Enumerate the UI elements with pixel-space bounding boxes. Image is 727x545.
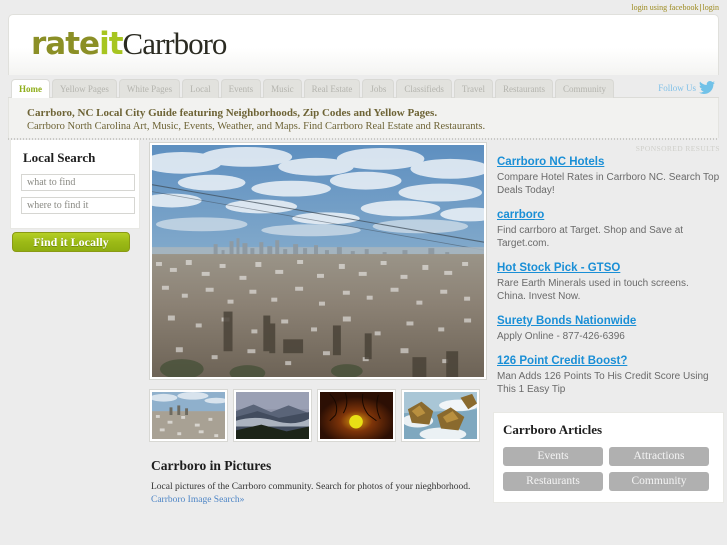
nav-tab-list: Home Yellow Pages White Pages Local Events Mu… xyxy=(8,75,719,98)
sponsored-results-label: SPONSORED RESULTS xyxy=(635,144,720,153)
pictures-section-body: Local pictures of the Carrboro community… xyxy=(151,481,481,507)
nav-tab-yellow-pages[interactable]: Yellow Pages xyxy=(52,79,117,98)
ad-title-link[interactable]: Hot Stock Pick - GTSO xyxy=(497,261,720,275)
ad-title-link[interactable]: Surety Bonds Nationwide xyxy=(497,314,720,328)
right-column: SPONSORED RESULTS Carrboro NC Hotels Comp… xyxy=(493,140,724,518)
articles-title: Carrboro Articles xyxy=(503,422,603,437)
article-button-restaurants[interactable]: Restaurants xyxy=(503,472,603,491)
search-where-input[interactable] xyxy=(21,197,135,214)
sponsored-ad: carrboro Find carrboro at Target. Shop an… xyxy=(497,208,720,250)
ad-description: Man Adds 126 Points To His Credit Score … xyxy=(497,371,709,395)
find-it-locally-button[interactable]: Find it Locally xyxy=(12,232,130,252)
thumbnail-frame-1[interactable] xyxy=(149,389,228,442)
ad-title-link[interactable]: 126 Point Credit Boost? xyxy=(497,354,720,368)
carrboro-image-search-link[interactable]: Carrboro Image Search» xyxy=(151,495,244,505)
site-header: rateitCarrboro xyxy=(8,14,719,75)
misty-mountains-thumbnail xyxy=(236,392,309,439)
sunset-branches-thumbnail xyxy=(320,392,393,439)
top-utility-bar: login using facebook | login xyxy=(0,0,727,14)
ad-description: Compare Hotel Rates in Carrboro NC. Sear… xyxy=(497,172,720,196)
article-button-attractions[interactable]: Attractions xyxy=(609,447,709,466)
article-button-community[interactable]: Community xyxy=(609,472,709,491)
nav-tab-white-pages[interactable]: White Pages xyxy=(118,79,181,98)
ad-description: Find carrboro at Target. Shop and Save a… xyxy=(497,225,684,249)
nav-tab-music[interactable]: Music xyxy=(263,79,302,98)
follow-us-label: Follow Us xyxy=(658,82,696,93)
page-root: login using facebook | login rateitCarrb… xyxy=(0,0,727,545)
center-column: Carrboro in Pictures Local pictures of t… xyxy=(143,140,493,518)
nav-tab-events[interactable]: Events xyxy=(220,79,262,98)
thumbnail-frame-4[interactable] xyxy=(401,389,480,442)
local-search-title: Local Search xyxy=(23,150,96,165)
nav-tab-restaurants[interactable]: Restaurants xyxy=(495,79,554,98)
facebook-login-link[interactable]: login using facebook xyxy=(631,3,698,12)
follow-us-group[interactable]: Follow Us xyxy=(658,81,715,94)
nav-tab-real-estate[interactable]: Real Estate xyxy=(303,79,361,98)
hero-cityscape-image xyxy=(152,145,484,377)
pictures-body-text: Local pictures of the Carrboro community… xyxy=(151,482,471,492)
tagline-band: Carrboro, NC Local City Guide featuring … xyxy=(8,98,719,138)
login-link[interactable]: login xyxy=(703,3,719,12)
sponsored-ad: Surety Bonds Nationwide Apply Online - 87… xyxy=(497,314,720,343)
tagline-primary: Carrboro, NC Local City Guide featuring … xyxy=(27,107,438,119)
nav-tab-home[interactable]: Home xyxy=(11,79,50,98)
nav-tab-local[interactable]: Local xyxy=(182,79,219,98)
tagline-secondary: Carrboro North Carolina Art, Music, Even… xyxy=(27,121,486,132)
sponsored-ad: 126 Point Credit Boost? Man Adds 126 Poin… xyxy=(497,354,720,396)
nav-tab-classifieds[interactable]: Classifieds xyxy=(396,79,452,98)
ad-title-link[interactable]: carrboro xyxy=(497,208,720,222)
ad-description: Apply Online - 877-426-6396 xyxy=(497,331,625,342)
sponsored-ads-list: Carrboro NC Hotels Compare Hotel Rates in… xyxy=(493,155,724,396)
search-what-input[interactable] xyxy=(21,174,135,191)
left-column: Local Search Find it Locally xyxy=(8,140,143,518)
pictures-section-title: Carrboro in Pictures xyxy=(151,458,272,473)
nav-tab-community[interactable]: Community xyxy=(555,79,615,98)
site-logo[interactable]: rateitCarrboro xyxy=(31,26,228,62)
carrboro-articles-panel: Carrboro Articles Events Attractions Resta… xyxy=(493,412,724,503)
local-search-panel: Local Search xyxy=(10,140,140,229)
sponsored-ad: Carrboro NC Hotels Compare Hotel Rates in… xyxy=(497,155,720,197)
nav-tab-jobs[interactable]: Jobs xyxy=(362,79,395,98)
nav-tab-travel[interactable]: Travel xyxy=(453,79,494,98)
thumbnail-frame-2[interactable] xyxy=(233,389,312,442)
twitter-bird-icon[interactable] xyxy=(699,81,715,94)
main-content: Local Search Find it Locally xyxy=(8,140,724,518)
logo-city-text: Carrboro xyxy=(122,26,228,61)
cityscape-thumbnail xyxy=(152,392,225,439)
ad-title-link[interactable]: Carrboro NC Hotels xyxy=(497,155,720,169)
logo-it-text: it xyxy=(99,26,123,62)
main-navigation: Home Yellow Pages White Pages Local Events Mu… xyxy=(8,75,719,98)
logo-rate-text: rate xyxy=(31,26,100,62)
thumbnail-strip xyxy=(149,389,487,442)
ad-description: Rare Earth Minerals used in touch screen… xyxy=(497,278,689,302)
thumbnail-frame-3[interactable] xyxy=(317,389,396,442)
articles-button-grid: Events Attractions Restaurants Community xyxy=(503,447,714,491)
hero-image-frame[interactable] xyxy=(149,142,487,380)
rocky-coastline-thumbnail xyxy=(404,392,477,439)
sponsored-ad: Hot Stock Pick - GTSO Rare Earth Minerals… xyxy=(497,261,720,303)
article-button-events[interactable]: Events xyxy=(503,447,603,466)
